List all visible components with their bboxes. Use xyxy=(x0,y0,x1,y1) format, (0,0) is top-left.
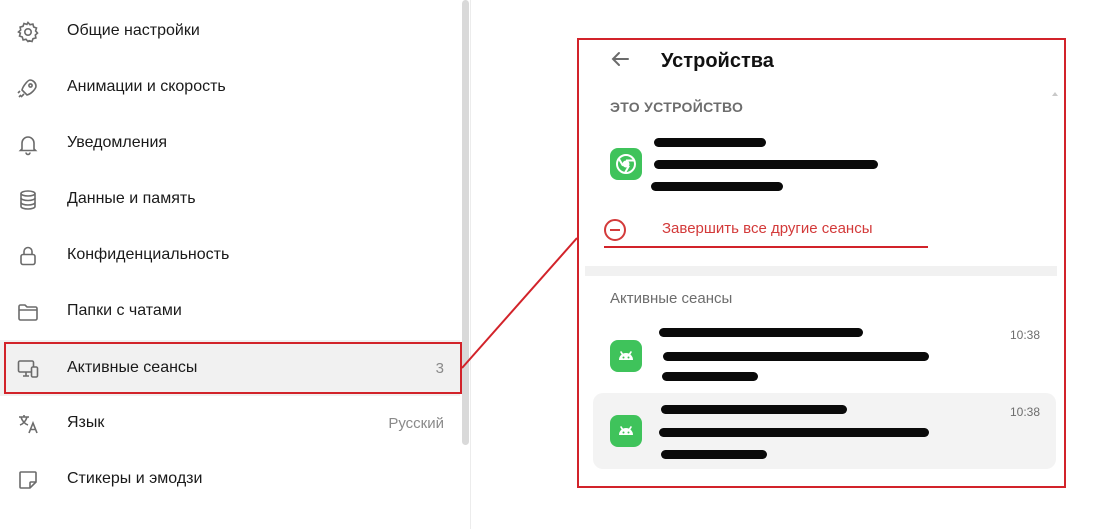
sidebar-scrollbar[interactable] xyxy=(462,0,469,445)
settings-item-label: Данные и память xyxy=(67,190,196,207)
redacted-session-device xyxy=(661,405,847,414)
settings-item-label: Общие настройки xyxy=(67,22,200,39)
settings-item-language[interactable]: Язык Русский xyxy=(0,395,460,451)
highlight-annotation-box xyxy=(4,342,462,394)
settings-item-label: Язык xyxy=(67,414,105,431)
redacted-device-name xyxy=(654,138,766,147)
settings-item-data[interactable]: Данные и память xyxy=(0,171,460,227)
redacted-device-location xyxy=(651,182,783,191)
database-icon xyxy=(15,187,41,213)
folder-icon xyxy=(15,299,41,325)
minus-circle-icon xyxy=(604,219,626,241)
back-arrow-icon[interactable] xyxy=(609,48,631,70)
section-separator xyxy=(585,266,1057,276)
rocket-icon xyxy=(15,75,41,101)
this-device-header: ЭТО УСТРОЙСТВО xyxy=(610,99,744,115)
redacted-session-device xyxy=(659,328,863,337)
settings-item-label: Анимации и скорость xyxy=(67,78,226,95)
lock-icon xyxy=(15,243,41,269)
settings-item-folders[interactable]: Папки с чатами xyxy=(0,283,460,339)
session-time: 10:38 xyxy=(1009,328,1040,342)
settings-item-general[interactable]: Общие настройки xyxy=(0,3,460,59)
settings-item-stickers[interactable]: Стикеры и эмодзи xyxy=(0,451,460,507)
settings-item-privacy[interactable]: Конфиденциальность xyxy=(0,227,460,283)
panel-divider xyxy=(470,0,471,529)
active-sessions-header: Активные сеансы xyxy=(610,290,733,307)
terminate-other-sessions-button[interactable]: Завершить все другие сеансы xyxy=(604,215,873,245)
gear-icon xyxy=(15,19,41,45)
settings-item-label: Стикеры и эмодзи xyxy=(67,470,203,487)
settings-item-label: Конфиденциальность xyxy=(67,246,230,263)
terminate-label: Завершить все другие сеансы xyxy=(662,220,873,237)
session-row[interactable]: 10:38 xyxy=(593,316,1056,392)
settings-item-notifications[interactable]: Уведомления xyxy=(0,115,460,171)
page-title: Устройства xyxy=(661,50,774,72)
redacted-session-app xyxy=(663,352,929,361)
panel-scroll-indicator xyxy=(1052,92,1058,96)
redacted-session-app xyxy=(659,428,929,437)
redacted-device-app xyxy=(654,160,878,169)
android-icon xyxy=(610,340,642,372)
language-value: Русский xyxy=(388,414,444,432)
settings-item-label: Папки с чатами xyxy=(67,302,182,319)
chrome-icon xyxy=(610,148,642,180)
settings-item-label: Уведомления xyxy=(67,134,168,151)
bell-icon xyxy=(15,131,41,157)
devices-panel: Устройства ЭТО УСТРОЙСТВО Завершить все … xyxy=(577,38,1066,488)
android-icon xyxy=(610,415,642,447)
session-row[interactable]: 10:38 xyxy=(593,393,1056,469)
translate-icon xyxy=(15,411,41,437)
redacted-session-location xyxy=(662,372,758,381)
settings-sidebar: Общие настройки Анимации и скорость Увед… xyxy=(0,0,470,529)
redacted-session-location xyxy=(661,450,767,459)
settings-item-animations[interactable]: Анимации и скорость xyxy=(0,59,460,115)
session-time: 10:38 xyxy=(1009,405,1040,419)
sticker-icon xyxy=(15,467,41,493)
annotation-underline xyxy=(604,246,928,248)
